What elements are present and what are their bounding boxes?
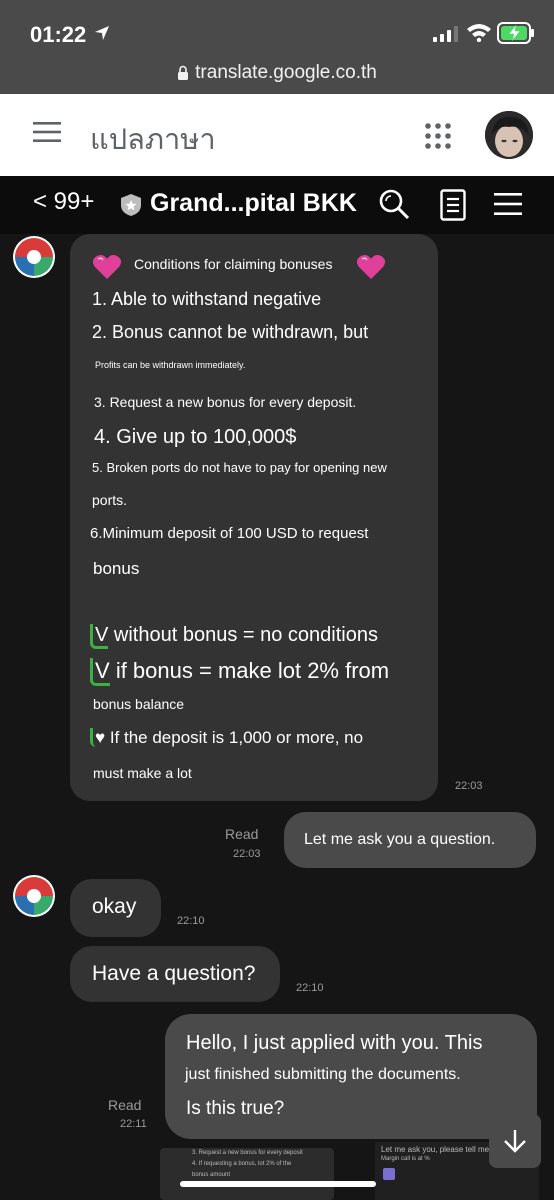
battery-charging-icon — [497, 22, 534, 44]
location-arrow-icon — [95, 26, 109, 40]
image-preview[interactable]: 3. Request a new bonus for every deposit… — [160, 1148, 334, 1200]
apps-grid-icon[interactable] — [425, 123, 451, 149]
preview-line-3: bonus amount — [192, 1172, 231, 1178]
preview-line-2: 4. If requesting a bonus, lot 2% of the — [192, 1161, 292, 1167]
wifi-icon — [467, 24, 491, 42]
message-time: 22:10 — [296, 982, 324, 994]
condition-line-4: 4. Give up to 100,000$ — [94, 426, 297, 448]
browser-url-bar[interactable]: translate.google.co.th — [0, 56, 554, 94]
preview-line-1: 3. Request a new bonus for every deposit — [192, 1150, 303, 1156]
read-receipt: Read — [225, 826, 259, 842]
message-text: Let me ask you a question. — [304, 831, 496, 848]
menu-icon[interactable] — [494, 192, 522, 216]
message-time: 22:11 — [120, 1118, 147, 1130]
condition-line-2b: Profits can be withdrawn immediately. — [95, 360, 246, 370]
chat-area[interactable]: Conditions for claiming bonuses 1. Able … — [0, 234, 554, 1200]
lock-icon — [178, 65, 189, 80]
check-mark: V — [90, 624, 109, 649]
back-button[interactable]: < 99+ — [33, 188, 94, 216]
cellular-signal-icon — [433, 26, 458, 42]
message-line-3: Is this true? — [186, 1098, 285, 1119]
message-text: okay — [92, 895, 137, 918]
condition-line-5b: ports. — [92, 492, 128, 508]
condition-line-1: 1. Able to withstand negative — [92, 289, 322, 309]
status-bar: 01:22 — [0, 0, 554, 56]
message-time: 22:10 — [177, 915, 205, 927]
rule-with-bonus-text: if bonus = make lot 2% from — [115, 658, 390, 683]
condition-line-6b: bonus — [93, 559, 140, 578]
avatar[interactable] — [485, 111, 533, 159]
message-text: Have a question? — [92, 962, 256, 985]
chat-title: Grand...pital BKK — [150, 189, 357, 217]
check-mark: V — [90, 658, 110, 686]
incoming-message-bubble[interactable]: Have a question? — [70, 946, 280, 1002]
conditions-heading: Conditions for claiming bonuses — [134, 256, 333, 272]
outgoing-message-bubble[interactable]: Hello, I just applied with you. This jus… — [165, 1014, 537, 1139]
rule-large-deposit-b: must make a lot — [93, 765, 192, 781]
outgoing-message-bubble[interactable]: Let me ask you a question. — [284, 812, 536, 868]
condition-line-3: 3. Request a new bonus for every deposit… — [94, 394, 357, 410]
status-time: 01:22 — [30, 22, 87, 47]
condition-line-5: 5. Broken ports do not have to pay for o… — [92, 460, 387, 475]
heart-icon — [92, 255, 122, 279]
preview-line-1: Let me ask you, please tell me. — [381, 1145, 492, 1154]
hamburger-menu-icon[interactable] — [33, 122, 61, 142]
search-icon[interactable] — [378, 188, 410, 220]
chat-header: < 99+ Grand...pital BKK — [0, 176, 554, 234]
translate-header: แปลภาษา — [0, 94, 554, 176]
thumbs-up-icon — [383, 1168, 395, 1180]
translate-title: แปลภาษา — [90, 124, 216, 156]
rule-with-bonus: V if bonus = make lot 2% from — [90, 658, 390, 686]
incoming-message-bubble[interactable]: okay — [70, 879, 161, 937]
rule-no-bonus-text: without bonus = no conditions — [113, 624, 378, 646]
condition-line-6: 6.Minimum deposit of 100 USD to request — [90, 525, 369, 542]
notes-icon[interactable] — [440, 189, 466, 221]
message-time: 22:03 — [233, 848, 261, 860]
message-line-2: just finished submitting the documents. — [185, 1066, 461, 1083]
rule-no-bonus: V without bonus = no conditions — [90, 624, 378, 649]
rule-large-deposit: ♥ If the deposit is 1,000 or more, no — [90, 728, 363, 748]
arrow-down-icon — [504, 1130, 526, 1153]
conditions-message-bubble[interactable]: Conditions for claiming bonuses 1. Able … — [70, 234, 438, 801]
rule-large-deposit-text: If the deposit is 1,000 or more, no — [109, 728, 364, 747]
read-receipt: Read — [108, 1097, 142, 1113]
avatar-photo — [485, 111, 533, 159]
scroll-to-bottom-button[interactable] — [489, 1114, 541, 1168]
heart-icon — [356, 255, 386, 279]
sender-logo-icon[interactable] — [11, 873, 57, 919]
message-line-1: Hello, I just applied with you. This — [186, 1032, 483, 1054]
condition-line-2: 2. Bonus cannot be withdrawn, but — [92, 322, 369, 342]
home-indicator[interactable] — [180, 1181, 376, 1187]
heart-mark: ♥ — [90, 728, 106, 747]
preview-line-2: Margin call is at % — [381, 1156, 430, 1162]
message-time: 22:03 — [455, 780, 483, 792]
url-text[interactable]: translate.google.co.th — [195, 62, 377, 84]
shield-icon — [121, 194, 141, 216]
sender-logo-icon[interactable] — [11, 234, 57, 280]
rule-with-bonus-b: bonus balance — [93, 696, 185, 712]
